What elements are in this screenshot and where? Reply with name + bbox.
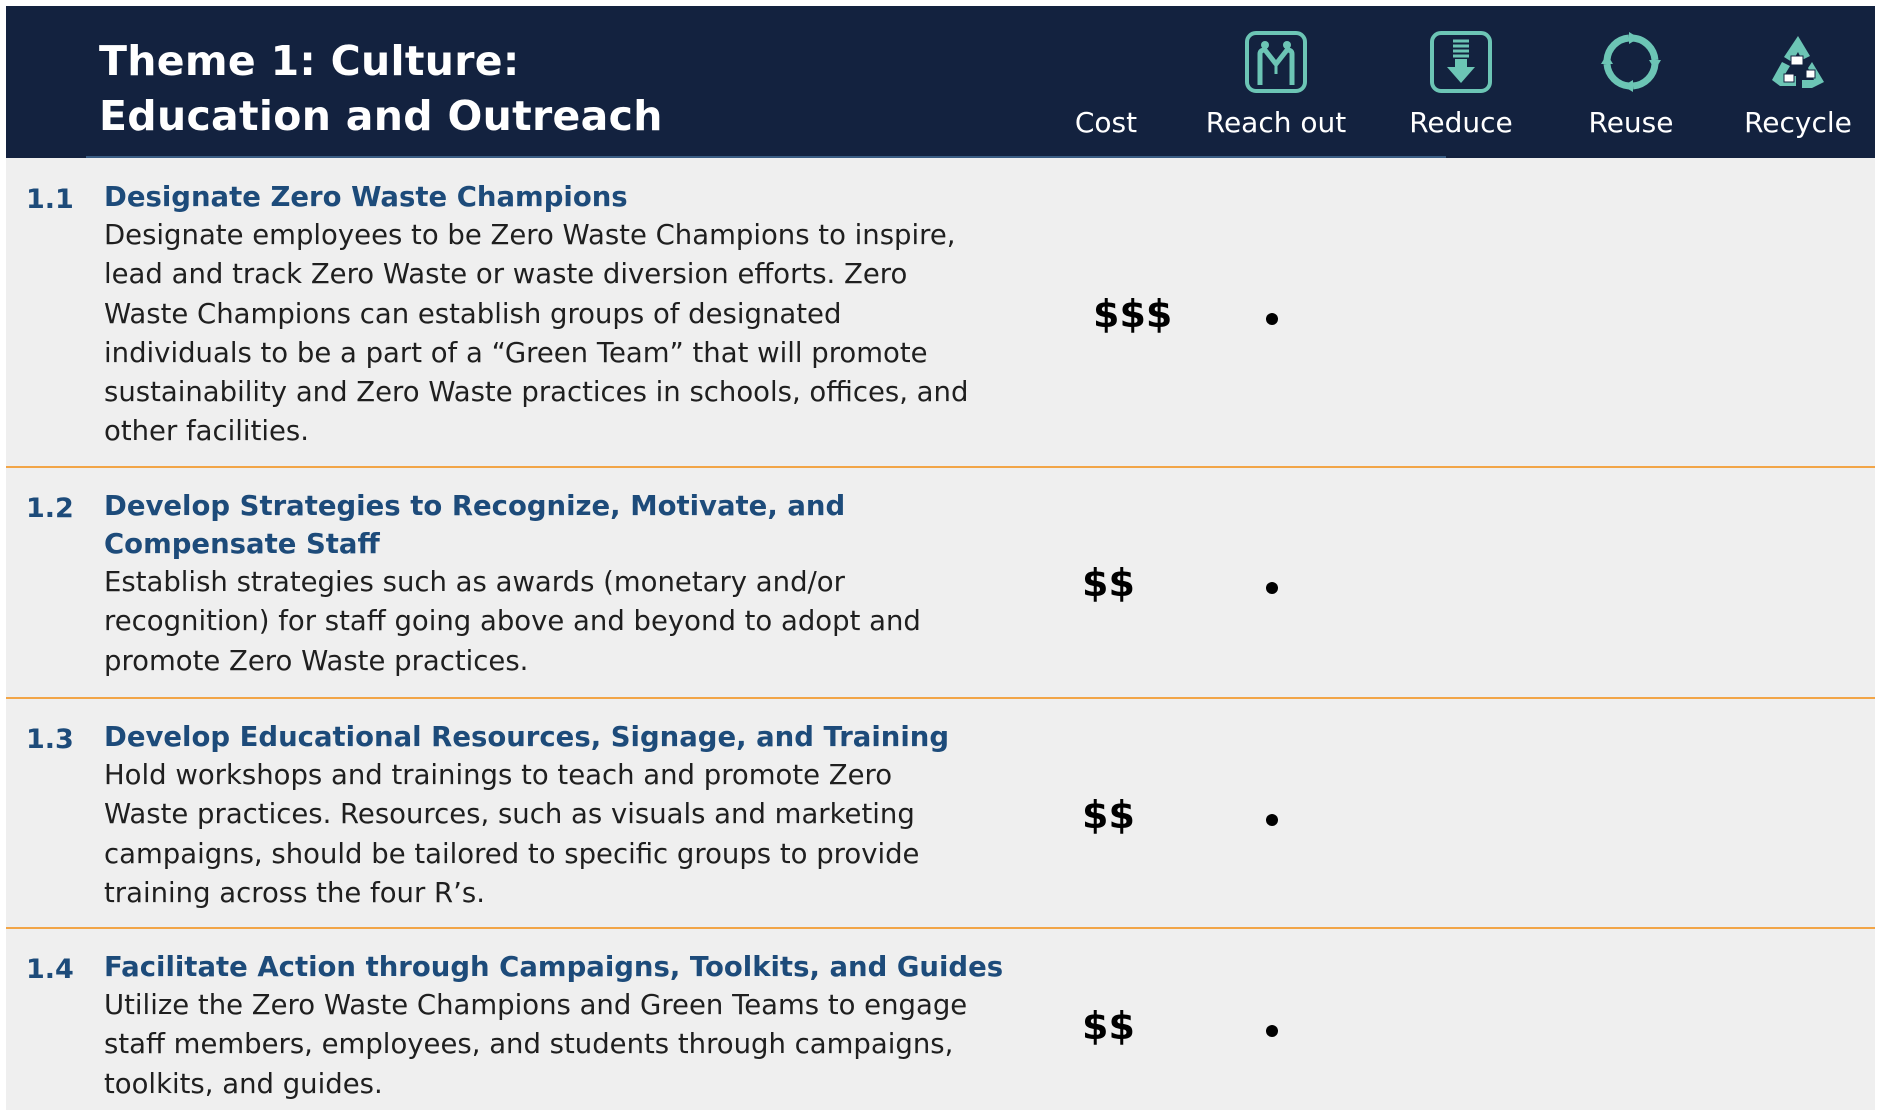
cost-rating: $$$ bbox=[1093, 292, 1173, 336]
strategy-content: Develop Strategies to Recognize, Motivat… bbox=[104, 487, 1024, 681]
strategy-row-1-4: 1.4 Facilitate Action through Campaigns,… bbox=[6, 929, 1875, 1110]
description-line: recognition) for staff going above and b… bbox=[104, 605, 921, 638]
strategy-content: Designate Zero Waste Champions Designate… bbox=[104, 178, 1024, 452]
strategy-heading-line: Designate Zero Waste Champions bbox=[104, 181, 628, 213]
description-line: Designate employees to be Zero Waste Cha… bbox=[104, 219, 956, 251]
strategy-number: 1.1 bbox=[26, 184, 74, 215]
theme-title-line-2: Education and Outreach bbox=[99, 92, 663, 140]
cost-rating: $$ bbox=[1082, 1004, 1135, 1048]
column-header-reach-out: Reach out bbox=[1186, 6, 1366, 158]
strategy-heading: Develop Strategies to Recognize, Motivat… bbox=[104, 487, 1024, 563]
description-line: Waste practices. Resources, such as visu… bbox=[104, 798, 915, 831]
strategy-heading: Designate Zero Waste Champions bbox=[104, 178, 1024, 216]
strategy-description: Establish strategies such as awards (mon… bbox=[104, 563, 1024, 681]
description-line: toolkits, and guides. bbox=[104, 1067, 383, 1100]
column-label-cost: Cost bbox=[1074, 106, 1138, 139]
description-line: Utilize the Zero Waste Champions and Gre… bbox=[104, 989, 968, 1021]
description-line: promote Zero Waste practices. bbox=[104, 644, 529, 677]
strategy-description: Designate employees to be Zero Waste Cha… bbox=[104, 216, 1024, 452]
strategy-row-1-3: 1.3 Develop Educational Resources, Signa… bbox=[6, 699, 1875, 929]
description-line: lead and track Zero Waste or waste diver… bbox=[104, 258, 908, 291]
reach-out-marker bbox=[1266, 313, 1278, 325]
column-header-reuse: Reuse bbox=[1551, 6, 1711, 158]
column-header-reduce: Reduce bbox=[1381, 6, 1541, 158]
strategy-heading-line: Develop Strategies to Recognize, Motivat… bbox=[104, 490, 846, 522]
description-line: Establish strategies such as awards (mon… bbox=[104, 566, 845, 598]
column-header-recycle: Recycle bbox=[1718, 6, 1878, 158]
strategy-heading: Develop Educational Resources, Signage, … bbox=[104, 718, 1024, 756]
column-label-reuse: Reuse bbox=[1588, 106, 1674, 139]
description-line: other facilities. bbox=[104, 415, 309, 448]
strategy-number: 1.4 bbox=[26, 954, 74, 985]
strategy-row-1-1: 1.1 Designate Zero Waste Champions Desig… bbox=[6, 158, 1875, 472]
column-header-cost: Cost bbox=[1036, 6, 1176, 158]
description-line: individuals to be a part of a “Green Tea… bbox=[104, 336, 928, 369]
description-line: Hold workshops and trainings to teach an… bbox=[104, 759, 893, 791]
strategy-description: Hold workshops and trainings to teach an… bbox=[104, 756, 1024, 913]
strategy-heading-line: Compensate Staff bbox=[104, 528, 380, 560]
strategy-heading: Facilitate Action through Campaigns, Too… bbox=[104, 948, 1024, 986]
strategy-heading-line: Facilitate Action through Campaigns, Too… bbox=[104, 951, 1004, 983]
theme-title: Theme 1: Culture: Education and Outreach bbox=[99, 34, 663, 144]
column-label-reduce: Reduce bbox=[1409, 106, 1513, 139]
cost-rating: $$ bbox=[1082, 793, 1135, 837]
cost-rating: $$ bbox=[1082, 561, 1135, 605]
description-line: training across the four R’s. bbox=[104, 876, 485, 909]
reach-out-marker bbox=[1266, 1025, 1278, 1037]
strategy-row-1-2: 1.2 Develop Strategies to Recognize, Mot… bbox=[6, 468, 1875, 700]
reuse-icon bbox=[1601, 32, 1661, 92]
strategy-content: Develop Educational Resources, Signage, … bbox=[104, 718, 1024, 913]
description-line: staff members, employees, and students t… bbox=[104, 1028, 954, 1061]
strategy-number: 1.2 bbox=[26, 493, 74, 524]
column-label-reach-out: Reach out bbox=[1205, 106, 1347, 139]
table-header: Theme 1: Culture: Education and Outreach… bbox=[6, 6, 1875, 158]
reduce-icon bbox=[1430, 31, 1492, 93]
description-line: campaigns, should be tailored to specifi… bbox=[104, 837, 920, 870]
reach-out-marker bbox=[1266, 582, 1278, 594]
strategy-description: Utilize the Zero Waste Champions and Gre… bbox=[104, 986, 1024, 1104]
zero-waste-strategy-table: Theme 1: Culture: Education and Outreach… bbox=[6, 6, 1875, 1110]
strategy-heading-line: Develop Educational Resources, Signage, … bbox=[104, 721, 950, 753]
column-label-recycle: Recycle bbox=[1744, 106, 1852, 139]
strategy-number: 1.3 bbox=[26, 724, 74, 755]
recycle-icon bbox=[1772, 36, 1824, 88]
strategy-content: Facilitate Action through Campaigns, Too… bbox=[104, 948, 1024, 1104]
reach-out-icon bbox=[1245, 31, 1307, 93]
description-line: sustainability and Zero Waste practices … bbox=[104, 376, 969, 409]
theme-title-line-1: Theme 1: Culture: bbox=[99, 37, 520, 85]
reach-out-marker bbox=[1266, 814, 1278, 826]
description-line: Waste Champions can establish groups of … bbox=[104, 297, 842, 330]
